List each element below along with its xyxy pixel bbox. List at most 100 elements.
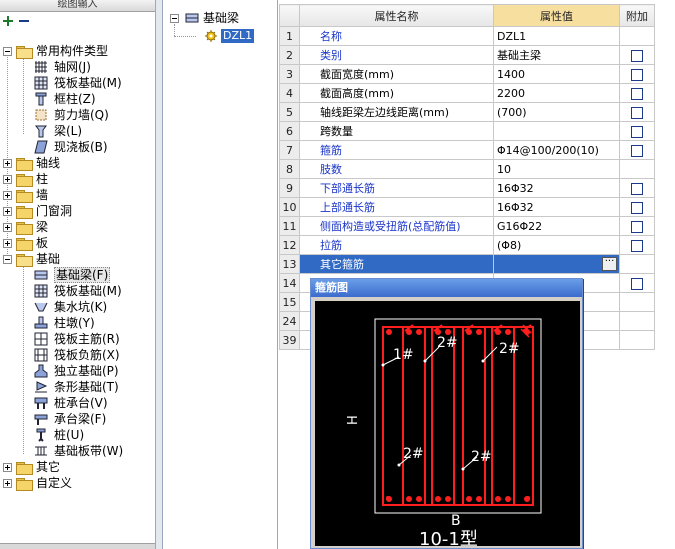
property-value[interactable]: 16Φ32 (493, 178, 620, 198)
extra-cell[interactable] (619, 197, 655, 217)
table-row[interactable]: 7 箍筋 Φ14@100/200(10) (279, 140, 655, 160)
ellipsis-button[interactable]: ··· (602, 257, 617, 271)
row-number[interactable]: 13 (279, 254, 300, 274)
row-number[interactable]: 24 (279, 311, 300, 331)
expand-icon[interactable] (3, 159, 12, 168)
row-number[interactable]: 3 (279, 64, 300, 84)
row-number[interactable]: 6 (279, 121, 300, 141)
table-row[interactable]: 11 侧面构造或受扭筋(总配筋值) G16Φ22 (279, 216, 655, 236)
extra-checkbox[interactable] (631, 277, 643, 290)
tree-node-label: 自定义 (36, 476, 73, 490)
property-value[interactable]: 10 (493, 159, 620, 179)
collapse-icon[interactable] (170, 14, 179, 23)
table-row[interactable]: 5 轴线距梁左边线距离(mm) (700) (279, 102, 655, 122)
property-value[interactable]: DZL1 (493, 26, 620, 46)
property-name[interactable]: 拉筋 (299, 235, 494, 255)
expand-icon[interactable] (3, 223, 12, 232)
extra-cell[interactable] (619, 235, 655, 255)
extra-checkbox[interactable] (631, 220, 643, 233)
property-name[interactable]: 其它箍筋 (299, 254, 494, 274)
row-number[interactable]: 1 (279, 26, 300, 46)
extra-checkbox[interactable] (631, 125, 643, 138)
extra-checkbox[interactable] (631, 106, 643, 119)
table-row[interactable]: 8 肢数 10 (279, 159, 655, 179)
property-value[interactable]: 基础主梁 (493, 45, 620, 65)
row-number[interactable]: 9 (279, 178, 300, 198)
property-value[interactable]: (Φ8) (493, 235, 620, 255)
extra-cell[interactable] (619, 273, 655, 293)
extra-cell[interactable] (619, 121, 655, 141)
panel-splitter[interactable] (156, 0, 163, 549)
extra-cell[interactable] (619, 64, 655, 84)
expand-all-icon[interactable] (2, 15, 14, 27)
column-header-name[interactable]: 属性名称 (299, 4, 494, 27)
property-name[interactable]: 轴线距梁左边线距离(mm) (299, 102, 494, 122)
extra-cell[interactable] (619, 140, 655, 160)
extra-checkbox[interactable] (631, 182, 643, 195)
extra-cell[interactable] (619, 216, 655, 236)
row-number[interactable]: 39 (279, 330, 300, 350)
extra-cell[interactable] (619, 178, 655, 198)
property-name[interactable]: 名称 (299, 26, 494, 46)
extra-checkbox[interactable] (631, 68, 643, 81)
row-number[interactable]: 15 (279, 292, 300, 312)
table-row[interactable]: 10 上部通长筋 16Φ32 (279, 197, 655, 217)
foundation-beam-icon (34, 270, 48, 280)
row-number[interactable]: 4 (279, 83, 300, 103)
row-number[interactable]: 7 (279, 140, 300, 160)
collapse-icon[interactable] (3, 47, 12, 56)
extra-checkbox[interactable] (631, 87, 643, 100)
row-number[interactable]: 2 (279, 45, 300, 65)
table-row[interactable]: 4 截面高度(mm) 2200 (279, 83, 655, 103)
property-value[interactable]: ··· (493, 254, 620, 274)
extra-cell[interactable] (619, 83, 655, 103)
property-name[interactable]: 类别 (299, 45, 494, 65)
table-row[interactable]: 2 类别 基础主梁 (279, 45, 655, 65)
extra-checkbox[interactable] (631, 239, 643, 252)
expand-icon[interactable] (3, 239, 12, 248)
table-row[interactable]: 13 其它箍筋 ··· (279, 254, 655, 274)
table-row[interactable]: 6 跨数量 (279, 121, 655, 141)
property-name[interactable]: 箍筋 (299, 140, 494, 160)
property-name[interactable]: 肢数 (299, 159, 494, 179)
raft-negative-rebar-icon (34, 348, 48, 362)
property-name[interactable]: 截面高度(mm) (299, 83, 494, 103)
table-row[interactable]: 1 名称 DZL1 (279, 26, 655, 46)
collapse-icon[interactable] (3, 255, 12, 264)
extra-cell[interactable] (619, 45, 655, 65)
expand-icon[interactable] (3, 175, 12, 184)
table-row[interactable]: 12 拉筋 (Φ8) (279, 235, 655, 255)
property-value[interactable]: G16Φ22 (493, 216, 620, 236)
expand-icon[interactable] (3, 463, 12, 472)
column-header-extra[interactable]: 附加 (619, 4, 655, 27)
extra-checkbox[interactable] (631, 144, 643, 157)
property-value[interactable] (493, 121, 620, 141)
property-name[interactable]: 上部通长筋 (299, 197, 494, 217)
property-value[interactable]: 16Φ32 (493, 197, 620, 217)
row-number[interactable]: 8 (279, 159, 300, 179)
extra-checkbox[interactable] (631, 201, 643, 214)
property-value[interactable]: Φ14@100/200(10) (493, 140, 620, 160)
extra-checkbox[interactable] (631, 49, 643, 62)
column-header-value[interactable]: 属性值 (493, 4, 620, 27)
row-number[interactable]: 11 (279, 216, 300, 236)
property-name[interactable]: 下部通长筋 (299, 178, 494, 198)
expand-icon[interactable] (3, 191, 12, 200)
property-value[interactable]: 1400 (493, 64, 620, 84)
extra-cell[interactable] (619, 102, 655, 122)
row-number[interactable]: 14 (279, 273, 300, 293)
property-value[interactable]: (700) (493, 102, 620, 122)
table-row[interactable]: 3 截面宽度(mm) 1400 (279, 64, 655, 84)
property-value-text: 16Φ32 (497, 200, 534, 214)
property-name[interactable]: 侧面构造或受扭筋(总配筋值) (299, 216, 494, 236)
row-number[interactable]: 12 (279, 235, 300, 255)
expand-icon[interactable] (3, 479, 12, 488)
expand-icon[interactable] (3, 207, 12, 216)
property-name[interactable]: 截面宽度(mm) (299, 64, 494, 84)
row-number[interactable]: 5 (279, 102, 300, 122)
property-name[interactable]: 跨数量 (299, 121, 494, 141)
property-value[interactable]: 2200 (493, 83, 620, 103)
collapse-all-icon[interactable] (18, 15, 30, 27)
table-row[interactable]: 9 下部通长筋 16Φ32 (279, 178, 655, 198)
row-number[interactable]: 10 (279, 197, 300, 217)
